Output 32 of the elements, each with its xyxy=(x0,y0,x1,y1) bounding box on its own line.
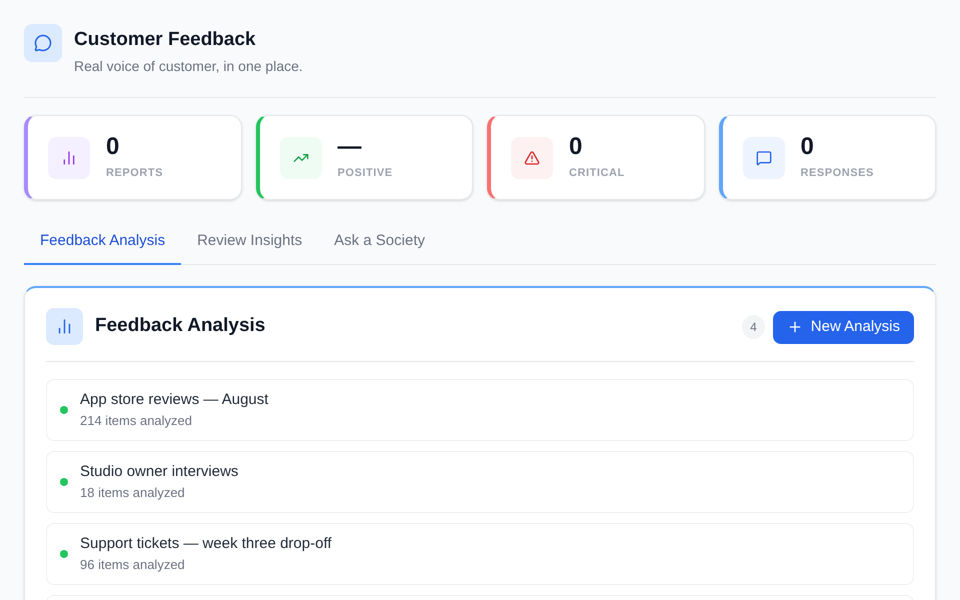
count-badge: 4 xyxy=(742,315,765,339)
warning-icon xyxy=(511,136,553,178)
tab[interactable]: Feedback Analysis xyxy=(24,220,182,264)
analysis-row[interactable]: Support tickets — week three drop-off 96 items analyzed xyxy=(46,522,914,584)
new-analysis-button[interactable]: New Analysis xyxy=(772,310,914,344)
analysis-meta: 18 items analyzed xyxy=(80,484,186,502)
analysis-meta: 96 items analyzed xyxy=(80,556,186,574)
message-icon xyxy=(742,136,784,178)
stat-label: POSITIVE xyxy=(338,166,393,182)
stat-label: CRITICAL xyxy=(569,166,625,182)
bar-chart-icon xyxy=(46,308,83,344)
tab[interactable]: Ask a Society xyxy=(318,220,441,264)
tab[interactable]: Review Insights xyxy=(181,220,318,264)
stat-value: 0 xyxy=(569,133,584,162)
page-title: Customer Feedback xyxy=(74,28,257,52)
bar-chart-icon xyxy=(48,136,90,178)
chat-icon xyxy=(24,24,62,62)
analysis-row[interactable]: App store reviews — August 214 items analyzed xyxy=(46,378,914,440)
page-subtitle: Real voice of customer, in one place. xyxy=(74,57,303,76)
stat-label: REPORTS xyxy=(106,166,164,182)
plus-icon xyxy=(786,319,803,335)
stat-value: 0 xyxy=(106,133,120,162)
analysis-title: App store reviews — August xyxy=(80,390,268,410)
analysis-title: Support tickets — week three drop-off xyxy=(80,534,332,554)
trend-up-icon xyxy=(280,136,322,178)
analysis-title: Studio owner interviews xyxy=(80,462,238,482)
stat-value: — xyxy=(338,133,362,162)
panel-title: Feedback Analysis xyxy=(95,314,266,338)
analysis-meta: 214 items analyzed xyxy=(80,412,194,430)
stat-label: RESPONSES xyxy=(800,166,874,182)
analysis-row[interactable]: Studio owner interviews 18 items analyzed xyxy=(46,450,914,512)
stat-value: 0 xyxy=(800,133,815,162)
